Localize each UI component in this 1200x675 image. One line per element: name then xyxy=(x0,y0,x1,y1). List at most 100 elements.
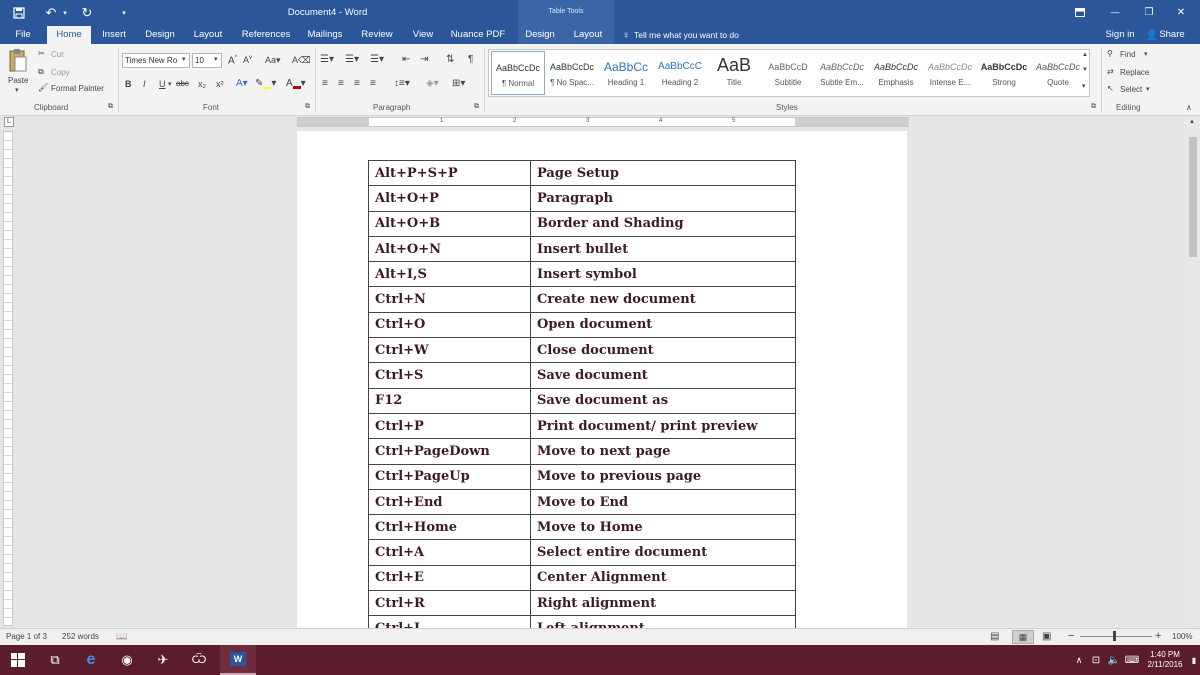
bullets-icon[interactable]: ☰▾ xyxy=(320,54,334,65)
increase-indent-icon[interactable]: ⇥ xyxy=(420,54,428,65)
zoom-out-button[interactable]: − xyxy=(1068,630,1074,642)
scrollbar-thumb[interactable] xyxy=(1189,137,1197,257)
align-left-icon[interactable]: ≡ xyxy=(322,78,328,89)
shortcut-key-cell[interactable]: F12 xyxy=(368,387,531,414)
windows-start-icon[interactable] xyxy=(0,645,36,675)
table-row[interactable]: Alt+P+S+P Page Setup xyxy=(368,159,796,187)
web-layout-icon[interactable]: ▣ xyxy=(1042,631,1051,642)
shortcut-description-cell[interactable]: Move to previous page xyxy=(530,463,796,490)
page-count[interactable]: Page 1 of 3 xyxy=(6,632,47,641)
tab-mailings[interactable]: Mailings xyxy=(302,26,348,44)
shortcut-description-cell[interactable]: Open document xyxy=(530,311,796,339)
tab-file[interactable]: File xyxy=(4,26,42,44)
share-icon[interactable]: 👤 xyxy=(1146,28,1158,42)
shortcut-description-cell[interactable]: Save document xyxy=(530,362,796,389)
app-icon-2[interactable]: Ѿ xyxy=(184,645,214,675)
style-subtitle[interactable]: AaBbCcD Subtitle xyxy=(761,51,815,95)
tab-design[interactable]: Design xyxy=(140,26,180,44)
shortcut-description-cell[interactable]: Move to next page xyxy=(530,438,796,465)
horizontal-ruler[interactable]: 1 2 3 4 5 xyxy=(297,117,909,127)
cut-icon[interactable]: ✂ xyxy=(38,49,45,58)
shortcut-description-cell[interactable]: Move to Home xyxy=(530,514,796,541)
undo-dropdown-icon[interactable]: ▾ xyxy=(60,5,70,21)
redo-icon[interactable]: ↻ xyxy=(78,5,96,21)
underline-button[interactable]: U xyxy=(159,79,166,89)
borders-icon[interactable]: ⊞▾ xyxy=(452,78,465,89)
app-icon[interactable]: ✈ xyxy=(148,645,178,675)
shortcut-key-cell[interactable]: Ctrl+End xyxy=(368,488,531,516)
tab-home[interactable]: Home xyxy=(47,26,91,44)
line-spacing-icon[interactable]: ↕≡▾ xyxy=(394,78,410,89)
shortcut-key-cell[interactable]: Alt+I,S xyxy=(368,261,531,288)
styles-launcher-icon[interactable]: ⧉ xyxy=(1091,103,1096,111)
change-case-icon[interactable]: Aa▾ xyxy=(265,55,281,66)
table-row[interactable]: Ctrl+P Print document/ print preview xyxy=(368,412,796,440)
paste-icon[interactable] xyxy=(8,48,28,74)
zoom-slider-thumb[interactable] xyxy=(1113,631,1116,641)
find-icon[interactable]: ⚲ xyxy=(1107,49,1113,58)
paste-dropdown-icon[interactable]: ▾ xyxy=(15,86,19,94)
scroll-up-icon[interactable]: ▲ xyxy=(1189,119,1195,125)
tray-chevron-icon[interactable]: ∧ xyxy=(1072,645,1086,675)
tab-review[interactable]: Review xyxy=(356,26,398,44)
shortcut-table[interactable]: Alt+P+S+P Page Setup Alt+O+P Paragraph Alt+O… xyxy=(368,159,796,628)
table-row[interactable]: Ctrl+O Open document xyxy=(368,311,796,339)
share-button[interactable]: Share xyxy=(1158,26,1186,44)
style-strong[interactable]: AaBbCcDc Strong xyxy=(977,51,1031,95)
font-size-dropdown-icon[interactable]: ▾ xyxy=(214,55,218,63)
shortcut-key-cell[interactable]: Alt+O+N xyxy=(368,235,531,263)
shortcut-description-cell[interactable]: Move to End xyxy=(530,488,796,516)
style-heading-2[interactable]: AaBbCcC Heading 2 xyxy=(653,51,707,95)
collapse-ribbon-icon[interactable]: ∧ xyxy=(1186,103,1192,112)
shortcut-key-cell[interactable]: Ctrl+L xyxy=(368,615,531,628)
document-page[interactable]: Alt+P+S+P Page Setup Alt+O+P Paragraph Alt+O… xyxy=(297,131,907,628)
select-icon[interactable]: ↖ xyxy=(1107,84,1114,93)
tell-me-search[interactable]: Tell me what you want to do xyxy=(634,26,764,44)
decrease-indent-icon[interactable]: ⇤ xyxy=(402,54,410,65)
shortcut-description-cell[interactable]: Save document as xyxy=(530,387,796,414)
grow-font-icon[interactable]: A^ xyxy=(228,55,238,66)
format-painter-button[interactable]: Format Painter xyxy=(51,84,104,93)
shortcut-description-cell[interactable]: Close document xyxy=(530,337,796,364)
clock[interactable]: 1:40 PM 2/11/2016 xyxy=(1142,645,1188,675)
print-layout-icon[interactable]: ▦ xyxy=(1012,630,1034,644)
shrink-font-icon[interactable]: Av xyxy=(243,55,252,65)
subscript-button[interactable]: x₂ xyxy=(198,79,206,89)
tab-insert[interactable]: Insert xyxy=(95,26,133,44)
shortcut-description-cell[interactable]: Center Alignment xyxy=(530,564,796,592)
style-subtle-emphasis[interactable]: AaBbCcDc Subtle Em... xyxy=(815,51,869,95)
styles-scroll-down-icon[interactable]: ▼ xyxy=(1082,67,1088,73)
replace-button[interactable]: Replace xyxy=(1120,68,1149,77)
input-language-icon[interactable]: ⌨ xyxy=(1124,645,1140,675)
style-normal[interactable]: AaBbCcDc ¶ Normal xyxy=(491,51,545,95)
tab-table-design[interactable]: Design xyxy=(520,26,560,44)
shortcut-key-cell[interactable]: Ctrl+R xyxy=(368,590,531,617)
undo-icon[interactable]: ↶ xyxy=(42,5,60,21)
styles-more-icon[interactable]: ▾ xyxy=(1082,82,1086,90)
shortcut-description-cell[interactable]: Page Setup xyxy=(530,159,796,187)
copy-icon[interactable]: ⧉ xyxy=(38,67,44,77)
table-row[interactable]: Ctrl+End Move to End xyxy=(368,488,796,516)
tab-nuance-pdf[interactable]: Nuance PDF xyxy=(446,26,510,44)
table-row[interactable]: Ctrl+PageDown Move to next page xyxy=(368,438,796,465)
style-quote[interactable]: AaBbCcDc Quote xyxy=(1031,51,1085,95)
close-button[interactable]: ✕ xyxy=(1170,4,1192,20)
ribbon-display-icon[interactable] xyxy=(1070,4,1090,20)
table-row[interactable]: Alt+I,S Insert symbol xyxy=(368,261,796,288)
align-right-icon[interactable]: ≡ xyxy=(354,78,360,89)
tab-table-layout[interactable]: Layout xyxy=(566,26,610,44)
shortcut-key-cell[interactable]: Ctrl+A xyxy=(368,539,531,566)
style-no-spacing[interactable]: AaBbCcDc ¶ No Spac... xyxy=(545,51,599,95)
table-row[interactable]: Ctrl+Home Move to Home xyxy=(368,514,796,541)
shortcut-key-cell[interactable]: Alt+O+B xyxy=(368,210,531,237)
justify-icon[interactable]: ≡ xyxy=(370,78,376,89)
read-mode-icon[interactable]: ▤ xyxy=(990,631,999,642)
multilevel-list-icon[interactable]: ☰▾ xyxy=(370,54,384,65)
shortcut-description-cell[interactable]: Print document/ print preview xyxy=(530,412,796,440)
select-button[interactable]: Select xyxy=(1120,85,1142,94)
zoom-level[interactable]: 100% xyxy=(1172,632,1192,641)
sign-in-link[interactable]: Sign in xyxy=(1100,26,1140,44)
select-dropdown-icon[interactable]: ▾ xyxy=(1146,85,1150,93)
table-row[interactable]: Ctrl+S Save document xyxy=(368,362,796,389)
show-formatting-icon[interactable]: ¶ xyxy=(468,54,473,65)
